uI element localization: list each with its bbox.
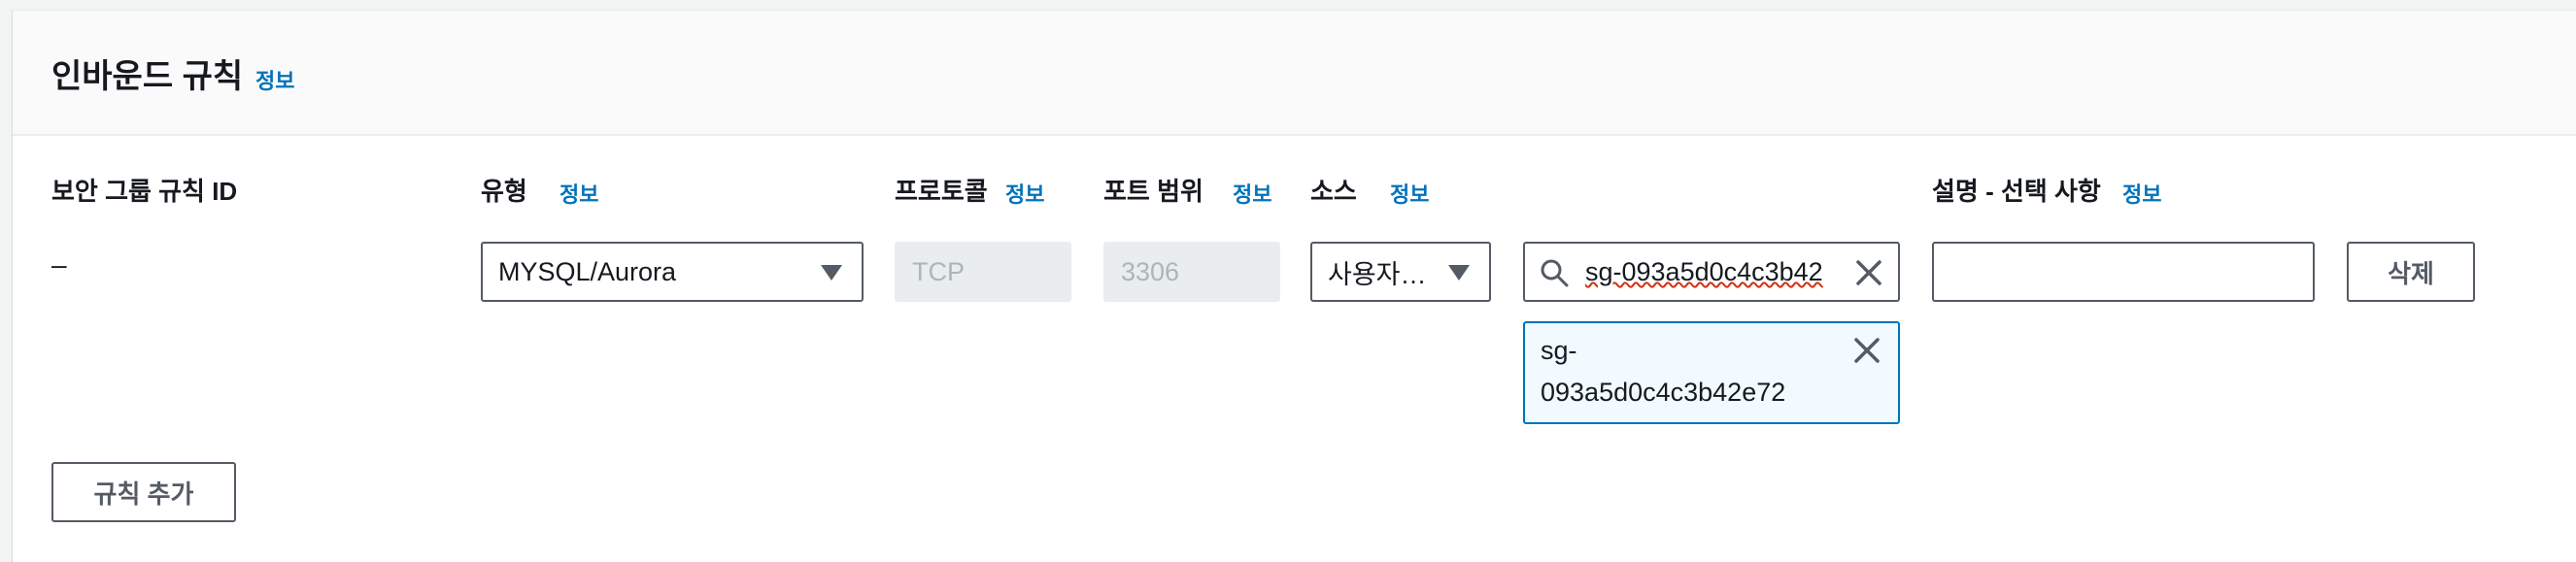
- rule-id-value: –: [51, 249, 67, 280]
- token-line-1: sg-: [1541, 336, 1577, 365]
- section-title: 인바운드 규칙: [51, 58, 244, 95]
- source-label: 소스: [1310, 177, 1357, 206]
- description-input[interactable]: [1932, 242, 2315, 302]
- type-label: 유형: [481, 177, 527, 206]
- section-info-link[interactable]: 정보: [255, 64, 294, 95]
- inbound-rules-panel: 인바운드 규칙 정보 보안 그룹 규칙 ID 유형 정보 프로토콜 정보 포트 …: [12, 10, 2576, 562]
- source-search-input[interactable]: sg-093a5d0c4c3b42: [1523, 242, 1900, 302]
- dropdown-caret-icon: [1448, 265, 1470, 281]
- rule-id-label: 보안 그룹 규칙 ID: [51, 177, 238, 206]
- port-info-link[interactable]: 정보: [1233, 178, 1271, 209]
- source-token: sg- 093a5d0c4c3b42e72: [1523, 321, 1900, 424]
- panel-header: 인바운드 규칙 정보: [13, 11, 2576, 136]
- source-type-value: 사용자…: [1328, 259, 1427, 289]
- port-value: 3306: [1121, 256, 1180, 286]
- close-icon[interactable]: [1851, 335, 1882, 366]
- type-select[interactable]: MYSQL/Aurora: [481, 242, 864, 302]
- delete-button[interactable]: 삭제: [2347, 242, 2475, 302]
- source-info-link[interactable]: 정보: [1390, 178, 1429, 209]
- add-rule-button[interactable]: 규칙 추가: [51, 462, 236, 522]
- port-range-field: 3306: [1103, 242, 1280, 302]
- type-info-link[interactable]: 정보: [559, 178, 598, 209]
- protocol-info-link[interactable]: 정보: [1005, 178, 1044, 209]
- protocol-field: TCP: [895, 242, 1071, 302]
- protocol-label: 프로토콜: [895, 177, 988, 206]
- search-value: sg-093a5d0c4c3b42: [1585, 257, 1823, 286]
- dropdown-caret-icon: [821, 265, 842, 281]
- type-select-value: MYSQL/Aurora: [498, 256, 677, 286]
- search-icon: [1541, 259, 1569, 287]
- port-range-label: 포트 범위: [1103, 177, 1203, 206]
- source-type-select[interactable]: 사용자…: [1310, 242, 1491, 302]
- token-line-2: 093a5d0c4c3b42e72: [1541, 378, 1786, 407]
- close-icon[interactable]: [1853, 257, 1884, 288]
- protocol-value: TCP: [912, 256, 965, 286]
- description-label: 설명 - 선택 사항: [1932, 177, 2101, 206]
- description-info-link[interactable]: 정보: [2122, 178, 2161, 209]
